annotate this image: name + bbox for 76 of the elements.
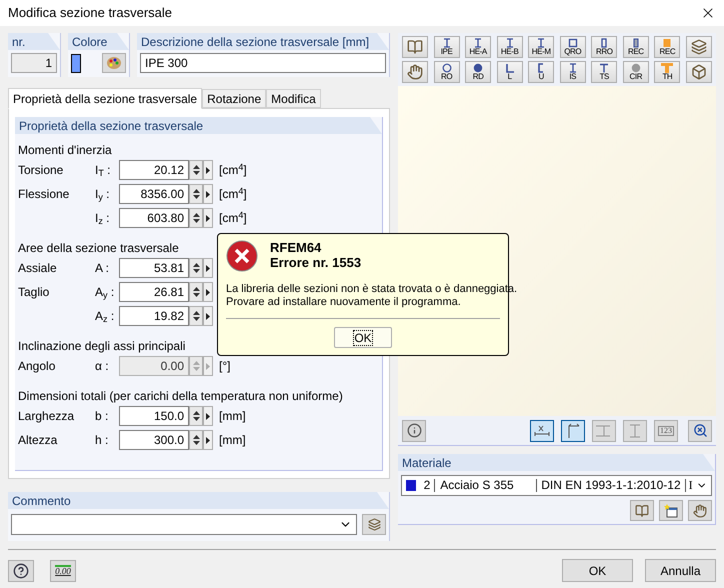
section-type-button[interactable]: IPE [434, 36, 460, 58]
dialog-button[interactable]: Annulla [645, 559, 716, 582]
section-type-button[interactable]: IS [560, 61, 586, 83]
symbol-label: h : [95, 432, 108, 449]
section-type-button[interactable]: RRO [591, 36, 618, 58]
units-button[interactable]: 0.00 [50, 560, 76, 582]
symbol-label: I$_{T}$ : [95, 162, 111, 179]
section-type-button[interactable]: L [496, 61, 523, 83]
dialog-title: RFEM64 [270, 240, 322, 255]
number-field[interactable]: 19.82 [119, 306, 189, 326]
symbol-label: α : [95, 358, 109, 375]
section-type-button[interactable]: REC [622, 36, 649, 58]
field-label: Angolo [18, 358, 56, 375]
section-heading: Momenti d'inerzia [18, 143, 112, 157]
group-title: Commento [12, 492, 71, 510]
section-type-button[interactable]: HE-B [496, 36, 523, 58]
symbol-label: I$_{y}$ : [95, 186, 110, 203]
field-label: Flessione [18, 186, 70, 203]
field-label: Assiale [18, 260, 57, 277]
field-label: Torsione [18, 162, 64, 179]
tab[interactable]: Rotazione [202, 89, 266, 108]
material-number: 2 [420, 479, 436, 492]
number-field[interactable]: 20.12 [119, 160, 189, 180]
section-type-button[interactable]: HE-A [465, 36, 492, 58]
number-field[interactable]: 150.0 [119, 406, 189, 426]
error-message: Provare ad installare nuovamente il programma. [226, 296, 461, 309]
symbol-label: I$_{z}$ : [95, 210, 110, 227]
section-type-button[interactable]: TS [591, 61, 618, 83]
unit-label: [mm] [219, 432, 246, 449]
symbol-label: A$_{y}$ : [95, 284, 114, 301]
description-field[interactable]: IPE 300 [140, 53, 386, 73]
section-type-button[interactable]: QRO [560, 36, 586, 58]
unit-label: [°] [219, 358, 230, 375]
number-field[interactable]: 1 [11, 53, 57, 73]
section-type-button[interactable]: TH [654, 61, 680, 83]
symbol-label: A : [95, 260, 110, 277]
number-field[interactable]: 300.0 [119, 430, 189, 450]
group-title: Materiale [402, 454, 452, 472]
group-title: Colore [72, 34, 108, 50]
unit-label: [cm$^{4}$] [219, 185, 247, 203]
section-type-button[interactable]: REC [654, 36, 680, 58]
section-type-button[interactable]: RO [434, 61, 460, 83]
field-label: Taglio [18, 284, 50, 301]
symbol-label: A$_{z}$ : [95, 308, 114, 325]
unit-label: [cm$^{4}$] [219, 209, 247, 227]
section-type-button[interactable]: U [528, 61, 554, 83]
section-heading: Aree della sezione trasversale [18, 241, 179, 255]
tab[interactable]: Proprietà della sezione trasversale [8, 88, 202, 109]
section-heading: Dimensioni totali (per carichi della temperatura non uniforme) [18, 389, 343, 403]
field-label: Larghezza [18, 408, 74, 425]
group-title: Proprietà della sezione trasversale [19, 118, 204, 134]
section-heading: Inclinazione degli assi principali [18, 339, 186, 353]
tab[interactable]: Modifica [266, 89, 321, 108]
view-toggle-button[interactable]: 123 [654, 420, 678, 442]
group-title: nr. [12, 34, 26, 50]
field-label: Altezza [18, 432, 58, 449]
section-type-button[interactable]: CIR [622, 61, 649, 83]
dialog-button[interactable]: OK [562, 559, 633, 582]
number-field[interactable]: 26.81 [119, 282, 189, 302]
section-type-button[interactable]: RD [465, 61, 492, 83]
numbers-icon: 123 [658, 426, 674, 436]
number-field[interactable]: 53.81 [119, 258, 189, 278]
number-field[interactable]: 603.80 [119, 208, 189, 228]
material-name: Acciaio S 355 [435, 479, 538, 492]
symbol-label: b : [95, 408, 108, 425]
ok-button[interactable]: OK [334, 327, 392, 348]
window-title: Modifica sezione trasversale [8, 4, 172, 22]
number-field[interactable]: 8356.00 [119, 184, 189, 204]
material-standard: DIN EN 1993-1-1:2010-12 [537, 479, 686, 492]
unit-label: [mm] [219, 408, 246, 425]
error-code: Errore nr. 1553 [270, 255, 362, 270]
unit-label: [cm$^{4}$] [219, 161, 247, 179]
section-type-button[interactable]: HE-M [528, 36, 554, 58]
material-extra: I [688, 479, 694, 492]
group-title: Descrizione della sezione trasversale [mm] [141, 34, 370, 50]
material-dropdown[interactable]: 2 Acciaio S 355 DIN EN 1993-1-1:2010-12 I [401, 475, 712, 496]
